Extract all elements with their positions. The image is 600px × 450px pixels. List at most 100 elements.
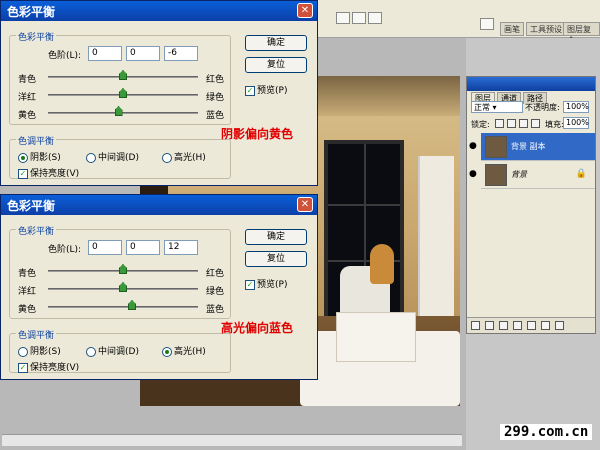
group-label: 色彩平衡 xyxy=(16,30,57,43)
adjustment-layer-icon[interactable] xyxy=(513,321,522,330)
new-group-icon[interactable] xyxy=(527,321,536,330)
layers-panel-titlebar[interactable] xyxy=(467,77,595,91)
color-balance-group: 色彩平衡 色阶(L): 0 0 -6 青色 红色 洋红 绿色 黄色 蓝色 xyxy=(9,30,231,125)
photo-floor-wood xyxy=(140,376,300,406)
fill-input[interactable]: 100% xyxy=(563,117,589,129)
tool-icon[interactable] xyxy=(336,12,350,24)
preserve-luminosity-checkbox[interactable]: ✓ 保持亮度(V) xyxy=(18,166,79,179)
opacity-label: 不透明度: xyxy=(525,103,560,112)
close-icon[interactable]: ✕ xyxy=(297,3,313,18)
lock-label: 锁定: xyxy=(471,120,490,129)
dialog-titlebar[interactable]: 色彩平衡 ✕ xyxy=(1,195,317,215)
level-input-magenta-green[interactable]: 0 xyxy=(126,46,160,61)
layers-panel-footer xyxy=(467,317,595,333)
tone-balance-group: 色调平衡 阴影(S) 中间调(D) 高光(H) ✓ 保持亮度(V) xyxy=(9,328,231,373)
slider-thumb[interactable] xyxy=(119,282,127,292)
dialog-titlebar[interactable]: 色彩平衡 ✕ xyxy=(1,1,317,21)
layer-thumbnail xyxy=(485,164,507,186)
tool-icon[interactable] xyxy=(352,12,366,24)
radio-midtones[interactable]: 中间调(D) xyxy=(86,344,139,357)
radio-midtones[interactable]: 中间调(D) xyxy=(86,150,139,163)
palette-well-icon[interactable] xyxy=(480,18,494,30)
level-input-yellow-blue[interactable]: 12 xyxy=(164,240,198,255)
layer-row[interactable]: 背景 副本 xyxy=(481,133,595,161)
slider-thumb[interactable] xyxy=(114,106,123,116)
slider-thumb[interactable] xyxy=(119,264,127,274)
radio-shadows[interactable]: 阴影(S) xyxy=(18,344,61,357)
tab-tool-presets[interactable]: 工具预设 xyxy=(526,22,566,36)
layer-thumbnail xyxy=(485,136,507,158)
fill-label: 填充: xyxy=(545,120,564,129)
new-layer-icon[interactable] xyxy=(541,321,550,330)
reset-button[interactable]: 复位 xyxy=(245,57,307,73)
level-input-yellow-blue[interactable]: -6 xyxy=(164,46,198,61)
blend-mode-select[interactable]: 正常 ▾ xyxy=(471,101,523,113)
layer-name: 背景 xyxy=(511,170,527,179)
site-watermark: 299.com.cn xyxy=(500,424,593,440)
lock-icon: 🔒 xyxy=(575,169,587,179)
lock-all-icon[interactable] xyxy=(531,119,540,128)
slider-thumb[interactable] xyxy=(119,88,127,98)
photo-cabinet xyxy=(418,156,454,336)
radio-shadows[interactable]: 阴影(S) xyxy=(18,150,61,163)
dialog-title: 色彩平衡 xyxy=(7,5,56,19)
level-input-magenta-green[interactable]: 0 xyxy=(126,240,160,255)
tab-brushes[interactable]: 画笔 xyxy=(500,22,524,36)
tab-layer-comps[interactable]: 图层复合 xyxy=(563,22,600,45)
reset-button[interactable]: 复位 xyxy=(245,251,307,267)
annotation-text: 高光偏向蓝色 xyxy=(221,321,294,335)
tone-balance-group: 色调平衡 阴影(S) 中间调(D) 高光(H) ✓ 保持亮度(V) xyxy=(9,134,231,179)
lock-position-icon[interactable] xyxy=(519,119,528,128)
visibility-eye-icon[interactable]: ● xyxy=(469,141,477,151)
preserve-luminosity-checkbox[interactable]: ✓ 保持亮度(V) xyxy=(18,360,79,373)
annotation-text: 阴影偏向黄色 xyxy=(221,127,294,141)
tool-icon[interactable] xyxy=(368,12,382,24)
slider-track[interactable] xyxy=(48,112,198,114)
radio-highlights[interactable]: 高光(H) xyxy=(162,344,206,357)
slider-left-label: 青色 xyxy=(18,269,37,279)
level-input-cyan-red[interactable]: 0 xyxy=(88,46,122,61)
layers-panel: 图层 通道 路径 正常 ▾ 不透明度: 100% 锁定: 填充: 100% ● … xyxy=(466,76,596,334)
levels-label: 色阶(L): xyxy=(48,51,82,61)
delete-layer-icon[interactable] xyxy=(555,321,564,330)
color-balance-group: 色彩平衡 色阶(L): 0 0 12 青色 红色 洋红 绿色 黄色 蓝色 xyxy=(9,224,231,319)
close-icon[interactable]: ✕ xyxy=(297,197,313,212)
preview-checkbox[interactable]: ✓ 预览(P) xyxy=(245,277,287,290)
preview-checkbox[interactable]: ✓ 预览(P) xyxy=(245,83,287,96)
layer-mask-icon[interactable] xyxy=(499,321,508,330)
opacity-input[interactable]: 100% xyxy=(563,101,589,113)
layer-row[interactable]: 背景 🔒 xyxy=(481,161,595,189)
lock-transparent-icon[interactable] xyxy=(495,119,504,128)
slider-track[interactable] xyxy=(48,306,198,308)
slider-right-label: 蓝色 xyxy=(206,305,225,315)
layer-style-icon[interactable] xyxy=(485,321,494,330)
lock-image-icon[interactable] xyxy=(507,119,516,128)
ok-button[interactable]: 确定 xyxy=(245,229,307,245)
photo-table xyxy=(336,312,416,362)
ok-button[interactable]: 确定 xyxy=(245,35,307,51)
color-balance-dialog-shadows: 色彩平衡 ✕ 色彩平衡 色阶(L): 0 0 -6 青色 红色 洋红 绿色 黄色… xyxy=(0,0,318,186)
slider-left-label: 青色 xyxy=(18,75,37,85)
layer-name: 背景 副本 xyxy=(511,142,546,151)
slider-left-label: 洋红 xyxy=(18,287,37,297)
slider-thumb[interactable] xyxy=(119,70,127,80)
level-input-cyan-red[interactable]: 0 xyxy=(88,240,122,255)
levels-label: 色阶(L): xyxy=(48,245,82,255)
slider-left-label: 黄色 xyxy=(18,305,37,315)
slider-left-label: 黄色 xyxy=(18,111,37,121)
slider-right-label: 蓝色 xyxy=(206,111,225,121)
color-balance-dialog-highlights: 色彩平衡 ✕ 色彩平衡 色阶(L): 0 0 12 青色 红色 洋红 绿色 黄色… xyxy=(0,194,318,380)
visibility-eye-icon[interactable]: ● xyxy=(469,169,477,179)
slider-right-label: 红色 xyxy=(206,75,225,85)
radio-highlights[interactable]: 高光(H) xyxy=(162,150,206,163)
link-layers-icon[interactable] xyxy=(471,321,480,330)
group-label: 色调平衡 xyxy=(16,328,57,341)
group-label: 色调平衡 xyxy=(16,134,57,147)
slider-thumb[interactable] xyxy=(128,300,136,310)
slider-right-label: 红色 xyxy=(206,269,225,279)
dialog-title: 色彩平衡 xyxy=(7,199,56,213)
photo-plant xyxy=(370,244,394,284)
slider-right-label: 绿色 xyxy=(206,93,225,103)
slider-right-label: 绿色 xyxy=(206,287,225,297)
status-bar xyxy=(2,434,462,446)
